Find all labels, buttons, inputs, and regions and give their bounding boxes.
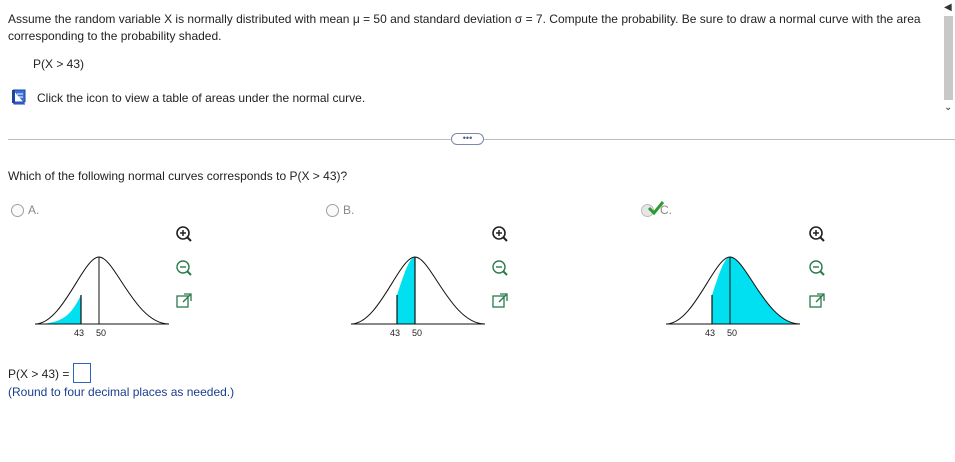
popout-icon[interactable] bbox=[491, 292, 509, 310]
option-b-radio[interactable] bbox=[326, 204, 339, 217]
probability-expression: P(X > 43) bbox=[33, 57, 85, 71]
option-a-tick-50: 50 bbox=[96, 328, 107, 338]
zoom-in-icon[interactable] bbox=[808, 225, 826, 243]
option-a-radio[interactable] bbox=[11, 204, 24, 217]
zoom-out-icon[interactable] bbox=[491, 259, 509, 277]
rounding-note: (Round to four decimal places as needed.… bbox=[8, 385, 235, 399]
zoom-out-icon[interactable] bbox=[808, 259, 826, 277]
vertical-scrollbar[interactable]: ◀ ⌄ bbox=[942, 0, 955, 118]
table-hint-text: Click the icon to view a table of areas … bbox=[37, 91, 366, 105]
option-b-tick-50: 50 bbox=[412, 328, 423, 338]
scroll-down-icon[interactable]: ⌄ bbox=[944, 102, 952, 113]
zoom-in-icon[interactable] bbox=[175, 225, 193, 243]
scroll-up-icon[interactable]: ◀ bbox=[944, 2, 952, 13]
question-text: Assume the random variable X is normally… bbox=[8, 12, 921, 43]
zoom-in-icon[interactable] bbox=[491, 225, 509, 243]
popout-icon[interactable] bbox=[808, 292, 826, 310]
table-book-icon[interactable] bbox=[10, 89, 27, 105]
zoom-out-icon[interactable] bbox=[175, 259, 193, 277]
option-a-label: A. bbox=[28, 203, 40, 217]
option-c-label: C. bbox=[660, 203, 672, 217]
popout-icon[interactable] bbox=[175, 292, 193, 310]
option-c-tick-43: 43 bbox=[705, 328, 716, 338]
answer-label: P(X > 43) = bbox=[8, 367, 70, 381]
scroll-thumb[interactable] bbox=[944, 16, 953, 100]
option-b-label: B. bbox=[343, 203, 355, 217]
curve-question: Which of the following normal curves cor… bbox=[8, 169, 348, 183]
expand-more-button[interactable]: ••• bbox=[451, 133, 484, 145]
option-c-curve bbox=[665, 256, 801, 325]
option-b-tick-43: 43 bbox=[390, 328, 401, 338]
answer-input[interactable] bbox=[73, 363, 91, 383]
option-a-tick-43: 43 bbox=[74, 328, 85, 338]
option-a-curve bbox=[34, 256, 170, 325]
option-b-curve bbox=[350, 256, 486, 325]
option-c-tick-50: 50 bbox=[727, 328, 738, 338]
